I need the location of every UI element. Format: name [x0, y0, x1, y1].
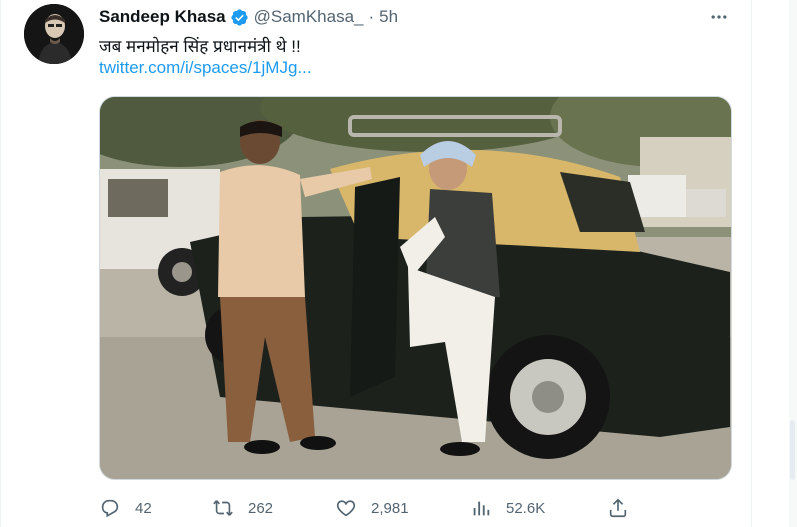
timestamp[interactable]: 5h: [379, 7, 398, 27]
timeline-left-border: [0, 0, 1, 527]
retweet-count: 262: [248, 499, 274, 517]
verified-badge-icon: [230, 8, 249, 27]
tweet-link[interactable]: twitter.com/i/spaces/1jMJg...: [99, 58, 312, 78]
views-count: 52.6K: [506, 499, 546, 517]
tweet-actions: 42 262 2,981 52.6K: [99, 494, 639, 522]
reply-icon: [99, 497, 121, 519]
heart-icon: [335, 497, 357, 519]
share-icon: [607, 497, 629, 519]
tweet-photo[interactable]: [99, 96, 732, 480]
tweet-text: जब मनमोहन सिंह प्रधानमंत्री थे !!: [99, 37, 301, 56]
tweet-card[interactable]: Sandeep Khasa @SamKhasa_ · 5h जब मनमोहन …: [0, 0, 797, 527]
separator-dot: ·: [368, 7, 375, 26]
author-name[interactable]: Sandeep Khasa: [99, 7, 226, 27]
author-handle[interactable]: @SamKhasa_: [254, 7, 364, 27]
share-button[interactable]: [607, 494, 629, 522]
reply-button[interactable]: 42: [99, 494, 152, 522]
retweet-icon: [212, 497, 234, 519]
like-button[interactable]: 2,981: [335, 494, 409, 522]
more-options-icon[interactable]: [708, 6, 730, 28]
right-gutter: [752, 0, 797, 527]
like-count: 2,981: [371, 499, 409, 517]
tweet-header: Sandeep Khasa @SamKhasa_ · 5h: [99, 6, 398, 28]
views-chart-icon: [470, 497, 492, 519]
retweet-button[interactable]: 262: [212, 494, 273, 522]
avatar[interactable]: [24, 4, 84, 64]
views-button[interactable]: 52.6K: [470, 494, 545, 522]
scrollbar-thumb[interactable]: [790, 420, 795, 480]
reply-count: 42: [135, 499, 152, 517]
